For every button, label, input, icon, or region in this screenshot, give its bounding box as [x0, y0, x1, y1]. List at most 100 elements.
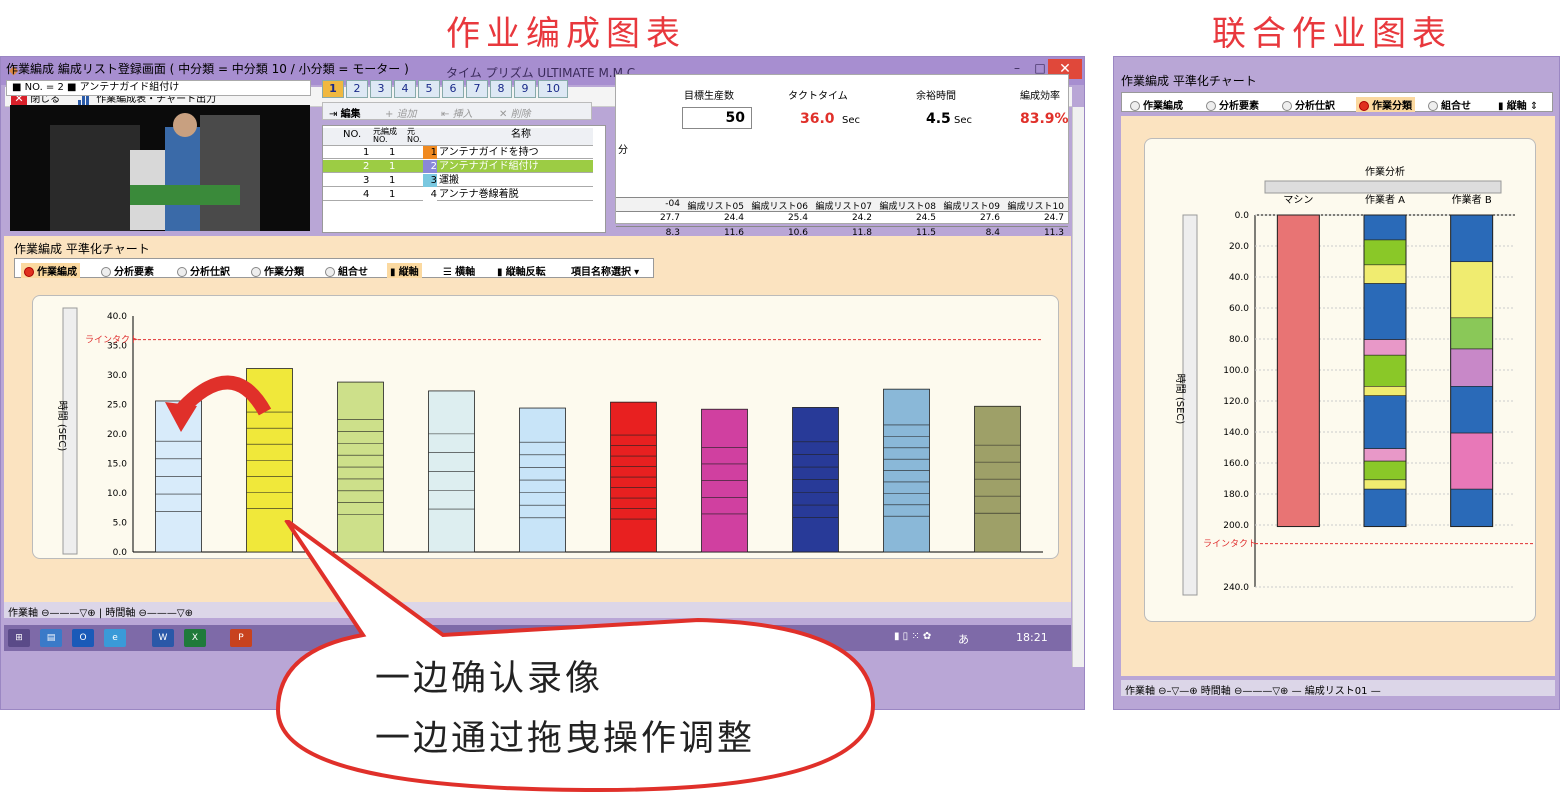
tab-analysis-elements[interactable]: 分析要素 — [101, 263, 154, 278]
metrics-row: 27.7 24.4 25.4 24.2 24.5 27.6 24.7 — [616, 211, 1068, 226]
stacked-segment — [1450, 386, 1493, 434]
right-y-tick: 160.0 — [1223, 459, 1249, 469]
y-axis-label: 時間 (SEC) — [56, 401, 68, 452]
r-tab-combination[interactable]: 組合せ — [1428, 97, 1471, 112]
metrics-cell: 24.4 — [723, 213, 744, 223]
tab-axis-invert[interactable]: ▮ 縦軸反転 — [497, 263, 546, 278]
table-row[interactable]: 2 1 2 アンテナガイド組付け — [323, 160, 593, 173]
table-cell: 4 — [363, 189, 370, 200]
work-analysis-chart[interactable]: 作業分析時間 (SEC) 0.0 20.0 40.0 60.0 80.0 100.0 120.… — [1145, 139, 1537, 623]
ime-indicator[interactable]: あ — [958, 631, 969, 647]
excel-icon[interactable]: X — [184, 629, 206, 647]
start-icon[interactable]: ⊞ — [8, 629, 30, 647]
list-tab-4[interactable]: 4 — [394, 80, 416, 98]
ie-icon[interactable]: e — [104, 629, 126, 647]
right-axis-zoom-bar[interactable]: 作業軸 ⊖–▽—⊕ 時間軸 ⊖———▽⊕ — 編成リスト01 — — [1121, 680, 1555, 697]
chart-panel-title: 作業編成 平準化チャート — [14, 242, 150, 256]
target-input[interactable]: 50 — [682, 107, 752, 129]
radio-icon — [325, 267, 335, 277]
right-h-scrollbar — [1264, 180, 1502, 194]
stacked-segment — [1363, 214, 1407, 241]
edit-button[interactable]: ⇥ 編集 — [329, 105, 361, 120]
right-y-tick: 140.0 — [1223, 428, 1249, 438]
right-y-tick: 0.0 — [1235, 211, 1250, 221]
table-cell: 運搬 — [439, 175, 459, 186]
stacked-segment — [1363, 264, 1407, 284]
edit-toolbar: ⇥ 編集 + 追加 ⇤ 挿入 ✕ 削除 — [322, 102, 592, 120]
metrics-cell: 27.7 — [659, 213, 680, 223]
right-y-tick: 240.0 — [1223, 583, 1249, 593]
scrollbar-vertical[interactable] — [1072, 107, 1084, 667]
table-row[interactable]: 4 1 4 アンテナ巻線着脱 — [323, 188, 593, 201]
add-button[interactable]: + 追加 — [385, 105, 417, 120]
list-tab-7[interactable]: 7 — [466, 80, 488, 98]
right-takt-label: ラインタクト — [1203, 539, 1257, 550]
outlook-icon[interactable]: O — [72, 629, 94, 647]
delete-button[interactable]: ✕ 削除 — [499, 105, 531, 120]
tab-work-composition[interactable]: 作業編成 — [21, 263, 80, 278]
table-cell: 3 — [423, 174, 437, 187]
tab-combination[interactable]: 組合せ — [325, 263, 368, 278]
tray-icons[interactable]: ▮ ▯ ⁙ ✿ — [894, 631, 931, 642]
radio-icon — [1206, 101, 1216, 111]
table-cell: 1 — [389, 189, 396, 200]
stacked-segment — [1363, 239, 1407, 266]
right-window-title: 作業編成 平準化チャート — [1121, 74, 1257, 88]
r-tab-vertical-axis[interactable]: ▮ 縦軸 ⇕ — [1498, 97, 1538, 112]
r-tab-analysis-breakdown[interactable]: 分析仕訳 — [1282, 97, 1335, 112]
tab-horizontal-axis[interactable]: ☰ 横軸 — [443, 263, 475, 278]
col-no: NO. — [343, 129, 362, 140]
table-row[interactable]: 1 1 1 アンテナガイドを持つ — [323, 146, 593, 159]
tab-work-category[interactable]: 作業分類 — [251, 263, 304, 278]
stacked-segment — [1450, 317, 1493, 350]
table-cell: アンテナ巻線着脱 — [439, 189, 519, 200]
selected-item-box: ■ NO. = 2 ■ アンテナガイド組付け — [6, 80, 311, 96]
list-tab-3[interactable]: 3 — [370, 80, 392, 98]
metrics-cell: 24.2 — [851, 213, 872, 223]
explorer-icon[interactable]: ▤ — [40, 629, 62, 647]
spare-unit: Sec — [954, 115, 972, 126]
stacked-segment — [1450, 432, 1493, 490]
y-tick-label: 40.0 — [107, 312, 127, 322]
metrics-col-header: -04 — [665, 199, 680, 209]
radio-icon — [177, 267, 187, 277]
r-tab-analysis-elements[interactable]: 分析要素 — [1206, 97, 1259, 112]
stacked-segment — [1450, 214, 1493, 263]
stacked-segment — [1363, 479, 1407, 490]
right-y-tick: 40.0 — [1229, 273, 1249, 283]
stacked-segment — [1363, 339, 1407, 356]
list-tab-5[interactable]: 5 — [418, 80, 440, 98]
callout-line-2: 一边通过拖曳操作调整 — [375, 719, 756, 759]
list-tab-10[interactable]: 10 — [538, 80, 568, 98]
r-tab-work-composition[interactable]: 作業編成 — [1130, 97, 1183, 112]
insert-button[interactable]: ⇤ 挿入 — [441, 105, 473, 120]
word-icon[interactable]: W — [152, 629, 174, 647]
list-tab-1[interactable]: 1 — [322, 80, 344, 98]
tab-vertical-axis[interactable]: ▮ 縦軸 — [387, 263, 422, 278]
takt-label: ラインタクト — [85, 335, 139, 346]
radio-icon — [1428, 101, 1438, 111]
video-player[interactable] — [10, 105, 310, 231]
table-cell: 4 — [423, 188, 437, 201]
radio-on-icon — [1359, 101, 1369, 111]
list-tab-8[interactable]: 8 — [490, 80, 512, 98]
list-tab-9[interactable]: 9 — [514, 80, 536, 98]
radio-icon — [1130, 101, 1140, 111]
table-cell: アンテナガイド組付け — [439, 161, 539, 172]
list-tab-6[interactable]: 6 — [442, 80, 464, 98]
table-row[interactable]: 3 1 3 運搬 — [323, 174, 593, 187]
page-title: 作業編成 編成リスト登録画面 ( 中分類 = 中分類 10 / 小分類 = モー… — [6, 62, 409, 76]
list-tab-2[interactable]: 2 — [346, 80, 368, 98]
y-tick-label: 10.0 — [107, 489, 127, 499]
table-cell: 2 — [363, 161, 370, 172]
table-cell: アンテナガイドを持つ — [439, 147, 539, 158]
powerpoint-icon[interactable]: P — [230, 629, 252, 647]
tab-item-name-select[interactable]: 項目名称選択 ▾ — [571, 263, 639, 278]
table-cell: 1 — [389, 175, 396, 186]
r-tab-work-category[interactable]: 作業分類 — [1356, 97, 1415, 112]
axis-zoom-label: 作業軸 ⊖———▽⊕ | 時間軸 ⊖———▽⊕ — [8, 608, 193, 619]
y-tick-label: 5.0 — [113, 519, 128, 529]
table-cell: 3 — [363, 175, 370, 186]
tab-analysis-breakdown[interactable]: 分析仕訳 — [177, 263, 230, 278]
right-chart-title: 作業分析 — [1365, 165, 1405, 178]
